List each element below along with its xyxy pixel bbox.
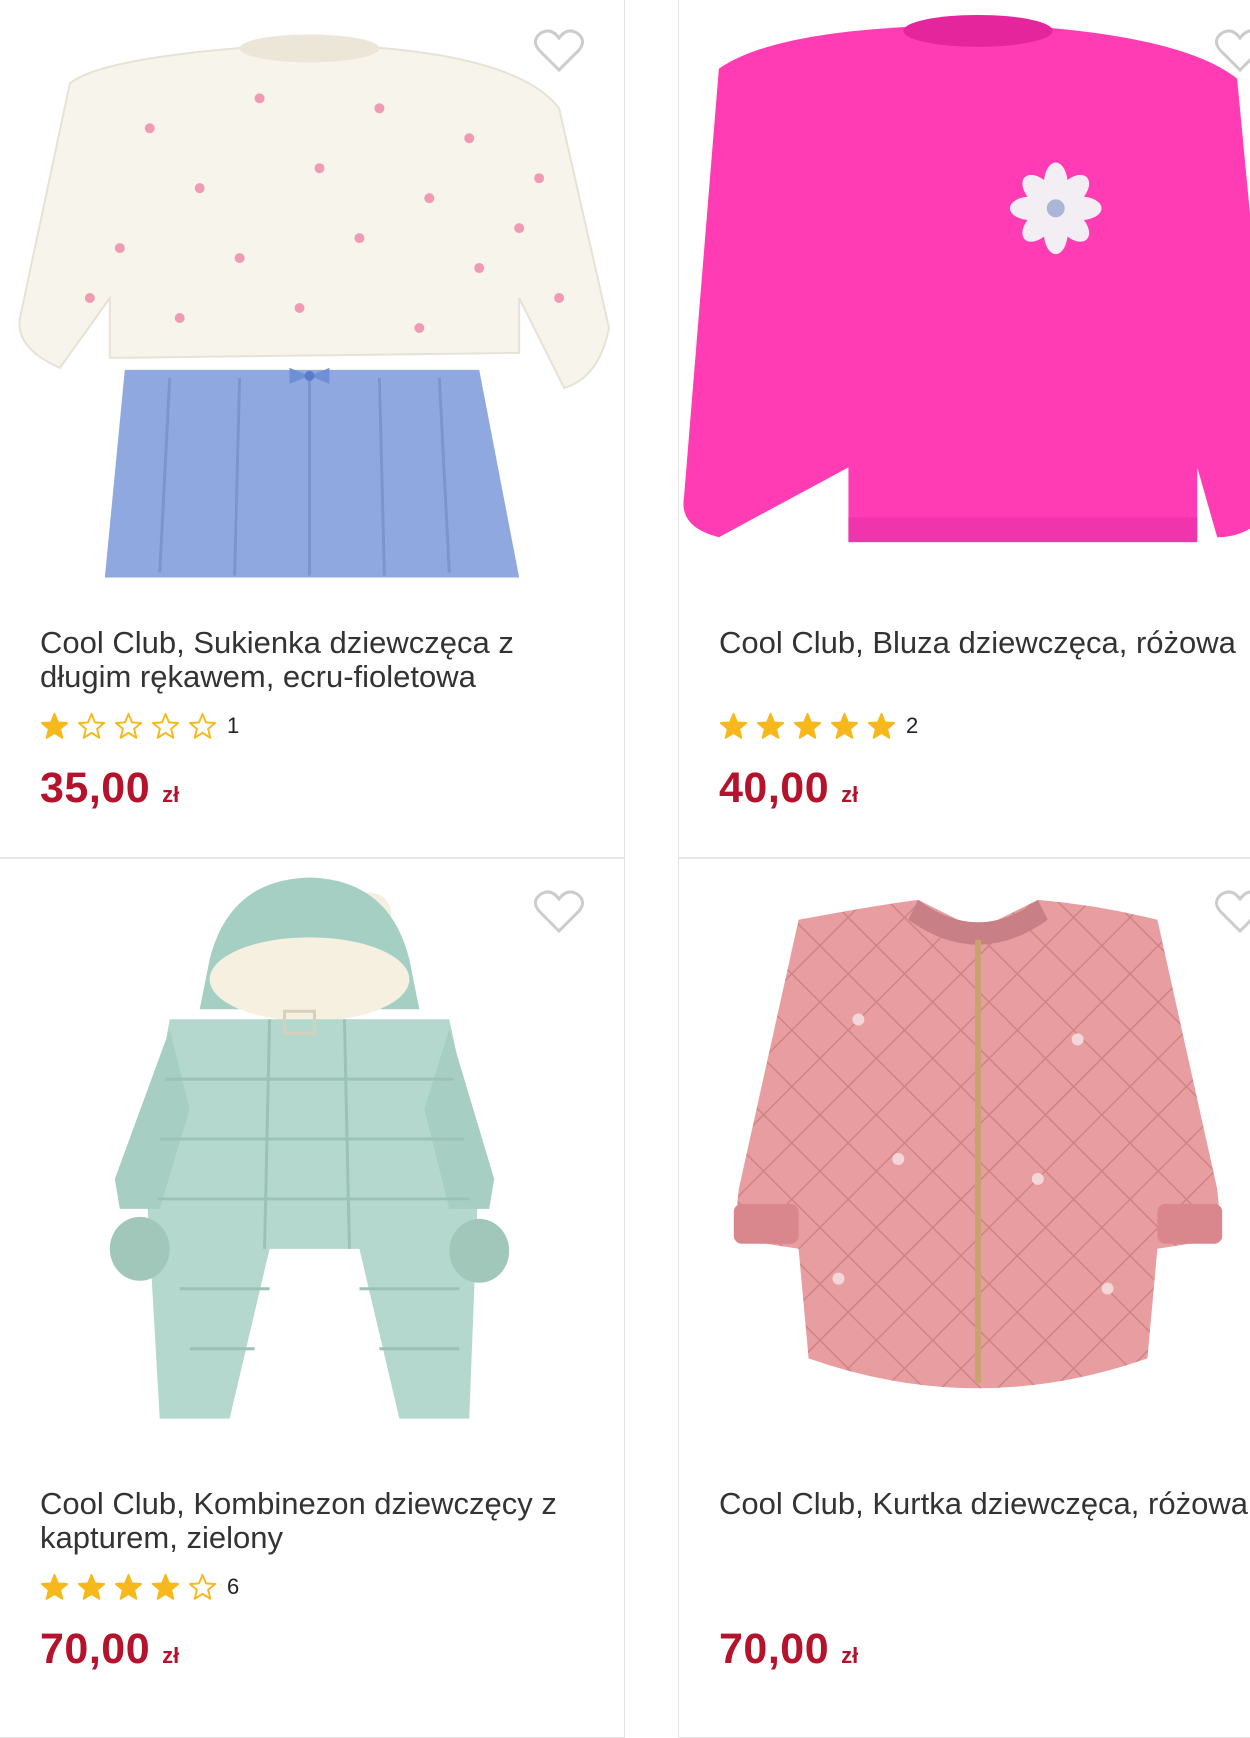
star-filled-icon	[151, 1573, 180, 1600]
rating: 6	[40, 1572, 239, 1602]
star-empty-icon	[114, 712, 143, 739]
star-filled-icon	[114, 1573, 143, 1600]
price-currency: zł	[841, 782, 859, 807]
product-image-dress[interactable]	[0, 0, 624, 598]
product-card[interactable]: Cool Club, Kombinezon dziewczęcy z kaptu…	[0, 858, 625, 1738]
product-title[interactable]: Cool Club, Kombinezon dziewczęcy z kaptu…	[40, 1487, 580, 1555]
price-value: 70,00	[40, 1625, 151, 1673]
star-empty-icon	[188, 1573, 217, 1600]
price: 35,00 zł	[40, 764, 179, 813]
rating-stars	[40, 712, 217, 741]
star-filled-icon	[40, 712, 69, 739]
star-empty-icon	[77, 712, 106, 739]
product-title[interactable]: Cool Club, Bluza dziewczęca, różowa	[719, 626, 1250, 660]
rating-count: 1	[227, 713, 240, 738]
product-image-jacket[interactable]	[679, 859, 1250, 1459]
star-empty-icon	[151, 712, 180, 739]
price: 70,00 zł	[719, 1625, 858, 1674]
star-empty-icon	[188, 712, 217, 739]
product-title[interactable]: Cool Club, Sukienka dziewczęca z długim …	[40, 626, 580, 694]
product-card[interactable]: Cool Club, Bluza dziewczęca, różowa 2 40…	[678, 0, 1250, 858]
star-filled-icon	[830, 712, 859, 739]
product-image-snowsuit[interactable]	[0, 859, 624, 1459]
star-filled-icon	[77, 1573, 106, 1600]
star-filled-icon	[40, 1573, 69, 1600]
heart-outline-icon[interactable]	[533, 28, 585, 74]
heart-outline-icon[interactable]	[1214, 889, 1250, 935]
product-image-sweatshirt[interactable]	[679, 0, 1250, 598]
price: 40,00 zł	[719, 764, 858, 813]
price-currency: zł	[162, 1643, 180, 1668]
heart-outline-icon[interactable]	[1214, 28, 1250, 74]
rating: 2	[719, 711, 918, 741]
star-filled-icon	[793, 712, 822, 739]
price-value: 40,00	[719, 764, 830, 812]
product-card[interactable]: Cool Club, Kurtka dziewczęca, różowa 70,…	[678, 858, 1250, 1738]
star-filled-icon	[756, 712, 785, 739]
rating: 1	[40, 711, 239, 741]
heart-outline-icon[interactable]	[533, 889, 585, 935]
rating-count: 2	[906, 713, 919, 738]
price-value: 70,00	[719, 1625, 830, 1673]
price-currency: zł	[841, 1643, 859, 1668]
rating-count: 6	[227, 1574, 240, 1599]
star-filled-icon	[719, 712, 748, 739]
product-card[interactable]: Cool Club, Sukienka dziewczęca z długim …	[0, 0, 625, 858]
rating-stars	[719, 712, 896, 741]
price-currency: zł	[162, 782, 180, 807]
product-title[interactable]: Cool Club, Kurtka dziewczęca, różowa	[719, 1487, 1250, 1521]
price-value: 35,00	[40, 764, 151, 812]
rating-stars	[40, 1573, 217, 1602]
price: 70,00 zł	[40, 1625, 179, 1674]
star-filled-icon	[867, 712, 896, 739]
